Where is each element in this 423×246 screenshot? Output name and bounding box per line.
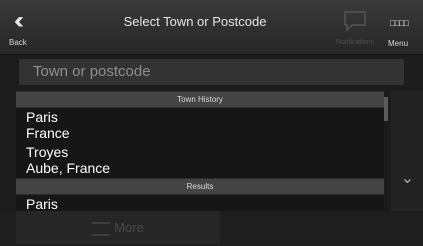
scrollbar[interactable] [384, 91, 388, 211]
back-label: Back [9, 38, 27, 47]
list-item[interactable]: Troyes Aube, France [16, 143, 384, 178]
scrollbar-thumb[interactable] [384, 97, 388, 121]
menu-button[interactable]: □□□□ Menu [382, 4, 423, 50]
list-item[interactable]: Paris [16, 195, 384, 211]
back-button[interactable]: ‹‹ Back [6, 6, 54, 50]
search-placeholder: Town or postcode [33, 63, 151, 80]
chevron-down-icon: ⌄ [400, 170, 415, 187]
list-item-name: Troyes [26, 144, 69, 160]
list-item-name: Paris [26, 196, 58, 211]
history-header: Town History [16, 91, 384, 108]
scroll-panel [391, 91, 423, 211]
menu-label: Menu [388, 39, 409, 48]
notifications-button[interactable]: Notifications [332, 4, 378, 50]
notifications-label: Notifications [335, 39, 375, 46]
list-item[interactable]: Paris France [16, 108, 384, 143]
list-item-detail: France [26, 125, 70, 141]
scroll-down-button[interactable]: ⌄ [392, 165, 423, 193]
list-icon [92, 221, 111, 236]
back-chevron-icon: ‹‹ [14, 7, 24, 34]
search-input[interactable]: Town or postcode [19, 59, 404, 85]
list-item-detail: Aube, France [26, 160, 111, 176]
page-title: Select Town or Postcode [123, 14, 267, 29]
more-label: More [114, 220, 144, 235]
speech-bubble-icon [344, 11, 366, 32]
results-header: Results [16, 178, 384, 195]
grid-menu-icon: □□□□ [390, 18, 409, 28]
results-list: Town History Paris France Troyes Aube, F… [16, 91, 384, 211]
list-item-name: Paris [26, 109, 58, 125]
more-button[interactable]: More [16, 211, 220, 244]
